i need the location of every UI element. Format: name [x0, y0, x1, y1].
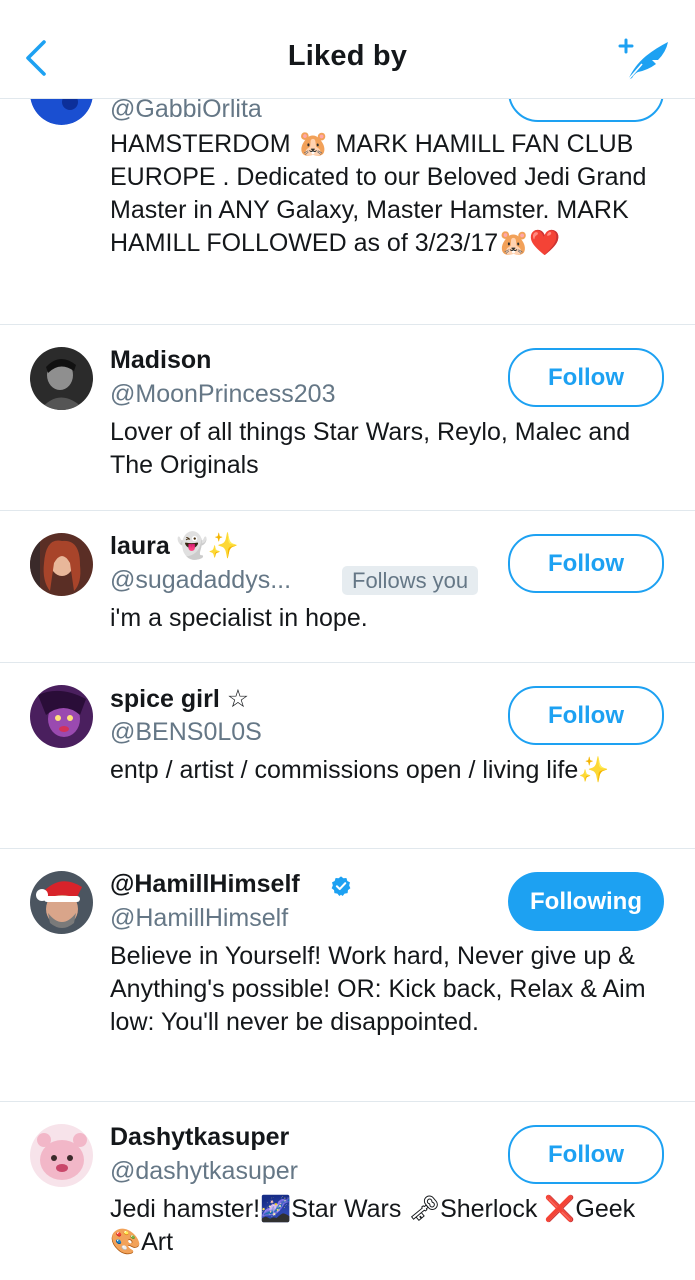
user-bio: Lover of all things Star Wars, Reylo, Ma…	[110, 418, 631, 479]
user-handle: @BENS0L0S	[110, 718, 262, 746]
user-handle: @MoonPrincess203	[110, 380, 336, 408]
user-name: @HamillHimself	[110, 870, 300, 898]
follow-button[interactable]: Follow	[508, 534, 664, 593]
following-button[interactable]: Following	[508, 872, 664, 931]
user-name: Dashytkasuper	[110, 1123, 290, 1151]
avatar[interactable]	[30, 1124, 93, 1187]
user-handle: @dashytkasuper	[110, 1157, 298, 1185]
avatar[interactable]	[30, 533, 93, 596]
avatar[interactable]	[30, 871, 93, 934]
liked-by-list: @GabbiOrlita HAMSTERDOM 🐹 MARK HAMILL FA…	[0, 0, 695, 1280]
user-name: laura 👻✨	[110, 532, 239, 560]
user-handle: @sugadaddys...	[110, 566, 292, 594]
list-item-madison[interactable]: Madison @MoonPrincess203 Lover of all th…	[0, 324, 695, 511]
user-bio: Jedi hamster!🌌Star Wars 🗝Sherlock ❌Geek …	[110, 1195, 636, 1256]
user-bio: HAMSTERDOM 🐹 MARK HAMILL FAN CLUB EUROPE…	[110, 130, 647, 257]
list-item-spice-girl[interactable]: spice girl ☆ @BENS0L0S entp / artist / c…	[0, 662, 695, 849]
list-item-hamillhimself[interactable]: @HamillHimself @HamillHimself Believe in…	[0, 848, 695, 1102]
list-item-dashytkasuper[interactable]: Dashytkasuper @dashytkasuper Jedi hamste…	[0, 1101, 695, 1280]
nav-header: Liked by	[0, 0, 695, 99]
avatar[interactable]	[30, 347, 93, 410]
user-name: spice girl ☆	[110, 685, 250, 713]
verified-badge-icon	[331, 876, 351, 896]
user-handle: @HamillHimself	[110, 904, 289, 932]
list-item-laura[interactable]: laura 👻✨ @sugadaddys... Follows you i'm …	[0, 510, 695, 663]
follow-button[interactable]: Follow	[508, 348, 664, 407]
compose-tweet-icon	[618, 38, 668, 81]
avatar[interactable]	[30, 685, 93, 748]
page-title: Liked by	[287, 40, 408, 72]
follow-button[interactable]: Follow	[508, 1125, 664, 1184]
user-name: Madison	[110, 346, 212, 374]
user-bio: entp / artist / commissions open / livin…	[110, 756, 610, 784]
follows-you-badge: Follows you	[342, 566, 479, 595]
compose-tweet-button[interactable]	[612, 36, 672, 84]
user-handle: @GabbiOrlita	[110, 95, 262, 123]
follow-button[interactable]: Follow	[508, 686, 664, 745]
user-bio: Believe in Yourself! Work hard, Never gi…	[110, 942, 646, 1036]
user-bio: i'm a specialist in hope.	[110, 604, 368, 632]
